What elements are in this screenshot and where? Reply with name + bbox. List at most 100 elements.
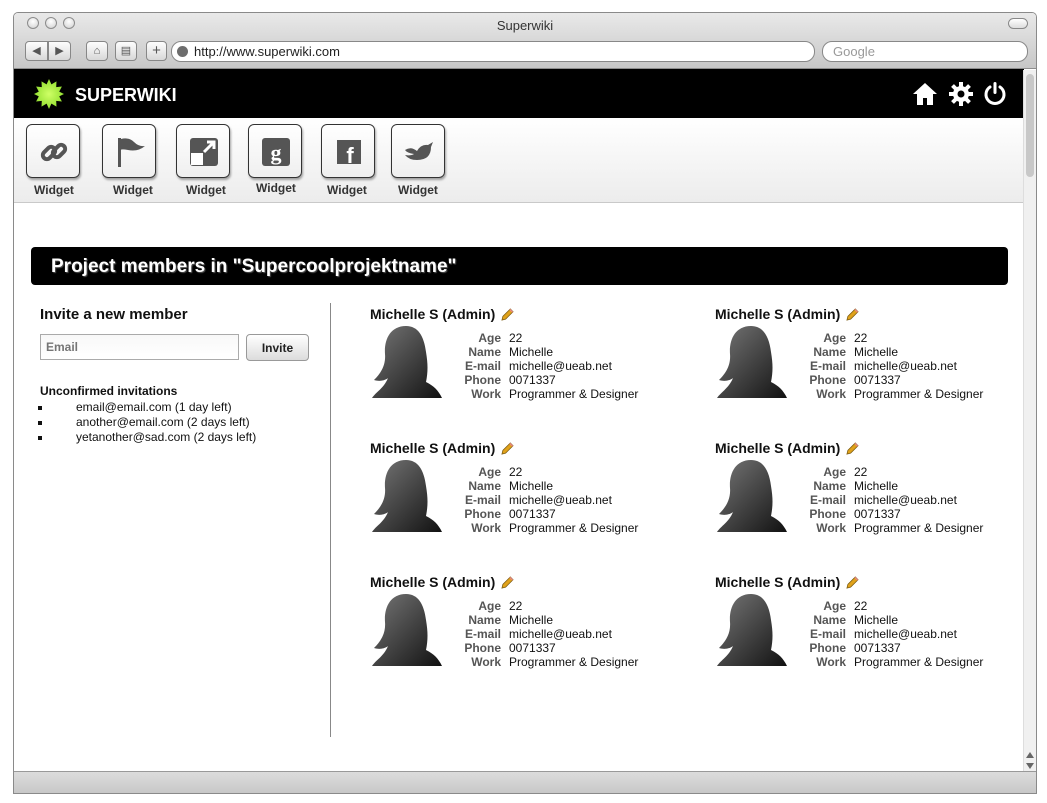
detail-label: Age	[823, 331, 846, 345]
power-icon[interactable]	[981, 80, 1009, 108]
avatar	[717, 594, 787, 666]
detail-value: 0071337	[509, 641, 556, 655]
edit-pencil-icon[interactable]	[846, 442, 859, 455]
widget-label: Widget	[327, 183, 367, 197]
member-name-label: Michelle S (Admin)	[370, 574, 496, 590]
member-details: Age 22 Name Michelle E-mail michelle@ueab.net…	[445, 465, 665, 535]
detail-row-phone: Phone 0071337	[445, 507, 665, 521]
forward-button[interactable]: ▶	[48, 41, 71, 61]
member-name-label: Michelle S (Admin)	[715, 306, 841, 322]
print-button[interactable]: ▤	[115, 41, 137, 61]
detail-label: Age	[478, 599, 501, 613]
widget-label: Widget	[398, 183, 438, 197]
member-card: Michelle S (Admin) Age 22 Name Michelle E-mai…	[370, 574, 690, 694]
url-bar[interactable]: http://www.superwiki.com	[171, 41, 815, 62]
widget-flag[interactable]: Widget	[94, 124, 162, 200]
detail-value: 0071337	[854, 373, 901, 387]
member-title: Michelle S (Admin)	[715, 440, 859, 456]
detail-value: Programmer & Designer	[509, 387, 639, 401]
member-card: Michelle S (Admin) Age 22 Name Michelle E-mai…	[715, 574, 1024, 694]
scroll-up-arrow[interactable]	[1026, 752, 1034, 758]
detail-label: Age	[823, 465, 846, 479]
member-title: Michelle S (Admin)	[370, 306, 514, 322]
scrollbar-thumb[interactable]	[1026, 74, 1034, 177]
home-icon[interactable]	[911, 80, 939, 108]
scroll-down-arrow[interactable]	[1026, 763, 1034, 769]
facebook-icon: f	[337, 140, 361, 168]
page-content: SUPERWIKI Widget Widget Widget g Widget …	[14, 69, 1024, 773]
detail-label: Name	[468, 479, 501, 493]
detail-value: Michelle	[854, 345, 899, 359]
detail-value: 22	[854, 599, 868, 613]
member-details: Age 22 Name Michelle E-mail michelle@ueab.net…	[445, 599, 665, 669]
detail-value: Programmer & Designer	[854, 387, 984, 401]
link-icon	[40, 142, 68, 162]
detail-value: Michelle	[854, 479, 899, 493]
detail-row-name: Name Michelle	[445, 613, 665, 627]
detail-label: E-mail	[464, 493, 501, 507]
detail-row-phone: Phone 0071337	[790, 507, 1010, 521]
detail-label: Age	[478, 331, 501, 345]
detail-value: 22	[509, 465, 523, 479]
flag-icon	[118, 138, 145, 167]
toolbar-toggle-button[interactable]	[1008, 18, 1028, 29]
member-title: Michelle S (Admin)	[370, 574, 514, 590]
app-header: SUPERWIKI	[14, 69, 1024, 118]
detail-row-email: E-mail michelle@ueab.net	[790, 493, 1010, 507]
widget-tile: g	[248, 124, 302, 178]
detail-label: Phone	[809, 641, 846, 655]
invite-button[interactable]: Invite	[246, 334, 309, 361]
email-input[interactable]	[40, 334, 239, 360]
edit-pencil-icon[interactable]	[846, 576, 859, 589]
detail-row-work: Work Programmer & Designer	[790, 521, 1010, 535]
detail-row-age: Age 22	[790, 599, 1010, 613]
member-card: Michelle S (Admin) Age 22 Name Michelle E-mai…	[715, 306, 1024, 426]
svg-text:f: f	[346, 143, 354, 168]
edit-pencil-icon[interactable]	[501, 308, 514, 321]
search-field[interactable]: Google	[822, 41, 1028, 62]
widget-external[interactable]: Widget	[168, 124, 236, 200]
edit-pencil-icon[interactable]	[501, 442, 514, 455]
detail-value: 0071337	[509, 373, 556, 387]
detail-value: Michelle	[509, 613, 554, 627]
widget-twitter[interactable]: Widget	[383, 124, 451, 200]
detail-label: Phone	[464, 373, 501, 387]
widget-tile: f	[321, 124, 375, 178]
detail-value: michelle@ueab.net	[509, 493, 612, 507]
detail-value: Michelle	[509, 345, 554, 359]
widget-link[interactable]: Widget	[18, 124, 86, 200]
unconfirmed-invitations-list: email@email.com (1 day left) another@ema…	[52, 400, 256, 445]
member-card: Michelle S (Admin) Age 22 Name Michelle E-mai…	[370, 306, 690, 426]
detail-row-work: Work Programmer & Designer	[790, 387, 1010, 401]
back-button[interactable]: ◀	[25, 41, 48, 61]
widget-google[interactable]: g Widget	[240, 124, 308, 200]
member-details: Age 22 Name Michelle E-mail michelle@ueab.net…	[790, 465, 1010, 535]
member-name-label: Michelle S (Admin)	[370, 440, 496, 456]
detail-row-phone: Phone 0071337	[445, 641, 665, 655]
detail-label: Work	[471, 655, 501, 669]
member-card: Michelle S (Admin) Age 22 Name Michelle E-mai…	[715, 440, 1024, 560]
detail-row-name: Name Michelle	[790, 345, 1010, 359]
widget-facebook[interactable]: f Widget	[313, 124, 381, 200]
member-details: Age 22 Name Michelle E-mail michelle@ueab.net…	[445, 331, 665, 401]
home-browser-button[interactable]: ⌂	[86, 41, 108, 61]
detail-row-work: Work Programmer & Designer	[445, 655, 665, 669]
edit-pencil-icon[interactable]	[501, 576, 514, 589]
detail-row-work: Work Programmer & Designer	[445, 387, 665, 401]
detail-value: 22	[509, 331, 523, 345]
avatar	[372, 460, 442, 532]
edit-pencil-icon[interactable]	[846, 308, 859, 321]
invitation-item: yetanother@sad.com (2 days left)	[52, 430, 256, 445]
settings-icon[interactable]	[947, 80, 975, 108]
detail-value: michelle@ueab.net	[854, 627, 957, 641]
detail-value: Programmer & Designer	[854, 655, 984, 669]
detail-label: Name	[813, 613, 846, 627]
unconfirmed-invitations-title: Unconfirmed invitations	[40, 384, 178, 398]
browser-titlebar: Superwiki ◀ ▶ ⌂ ▤ + http://www.superwiki…	[14, 13, 1036, 69]
widget-label: Widget	[34, 183, 74, 197]
widget-label: Widget	[256, 181, 296, 195]
add-bookmark-button[interactable]: +	[146, 41, 167, 61]
detail-label: E-mail	[809, 493, 846, 507]
vertical-scrollbar[interactable]	[1023, 70, 1036, 772]
detail-label: Name	[468, 345, 501, 359]
